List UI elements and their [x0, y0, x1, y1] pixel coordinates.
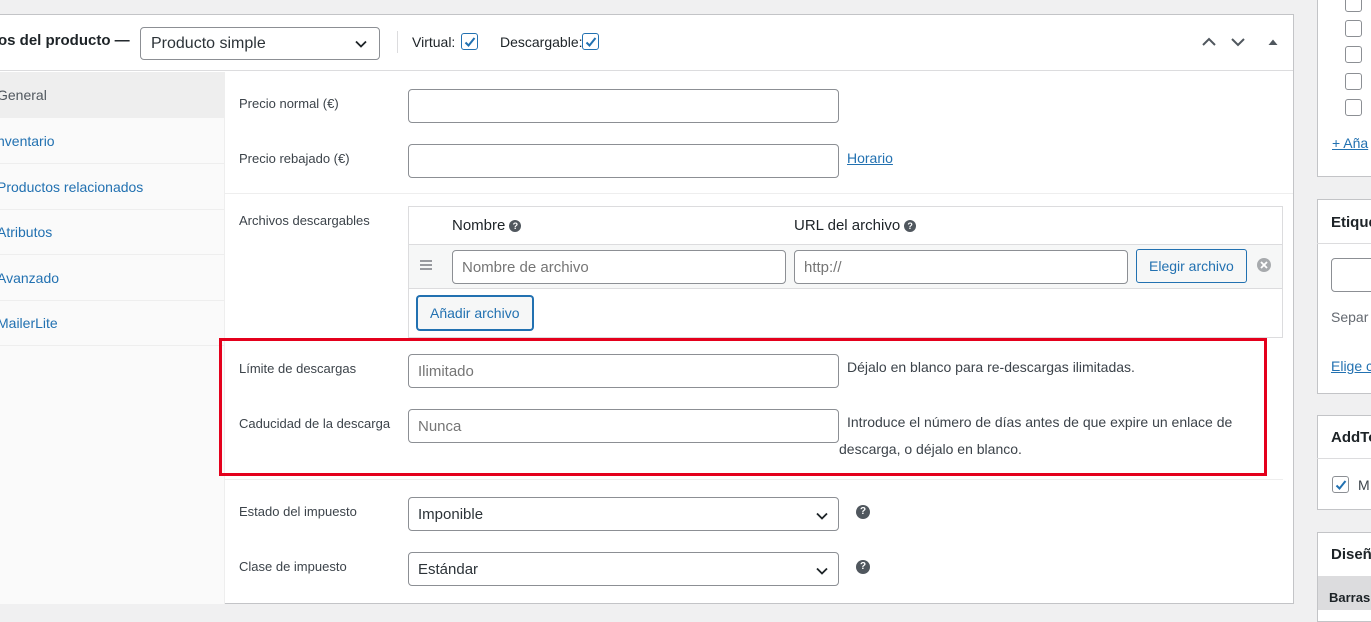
checkmark-icon: [464, 37, 476, 47]
virtual-label: Virtual:: [412, 34, 456, 50]
sale-price-label: Precio rebajado (€): [239, 151, 350, 166]
product-type-value: Producto simple: [151, 35, 266, 52]
tax-status-select[interactable]: Imponible: [408, 497, 839, 531]
box-divider: [1317, 243, 1371, 244]
highlight-annotation-box: [219, 338, 1267, 476]
tab-mailerlite[interactable]: MailerLite: [0, 300, 224, 346]
category-checkbox[interactable]: [1345, 73, 1362, 90]
product-data-title: os del producto —: [0, 32, 130, 49]
addto-checkbox[interactable]: [1332, 476, 1349, 493]
tax-status-value: Imponible: [418, 506, 484, 523]
chevron-down-icon: [816, 512, 828, 520]
tab-general[interactable]: General: [0, 72, 224, 118]
checkmark-icon: [1335, 480, 1347, 490]
collapse-toggle-icon[interactable]: [1264, 33, 1282, 51]
addto-option-label: M: [1358, 477, 1370, 493]
section-divider: [225, 193, 1293, 194]
downloadable-checkbox[interactable]: [582, 33, 599, 50]
help-icon[interactable]: ?: [509, 220, 522, 232]
tax-class-label: Clase de impuesto: [239, 559, 347, 574]
design-box-title: Diseñ: [1331, 546, 1371, 563]
tax-class-value: Estándar: [418, 561, 479, 578]
category-checkbox[interactable]: [1345, 0, 1362, 12]
file-name-input[interactable]: Nombre de archivo: [452, 250, 786, 284]
tax-class-select[interactable]: Estándar: [408, 552, 839, 586]
category-checkbox[interactable]: [1345, 20, 1362, 37]
regular-price-label: Precio normal (€): [239, 96, 339, 111]
section-divider: [225, 479, 1283, 480]
tab-productos-relacionados[interactable]: Productos relacionados: [0, 164, 224, 210]
bars-title: Barras: [1329, 590, 1371, 605]
tab-inventario[interactable]: nventario: [0, 118, 224, 164]
addto-box-title: AddTo: [1331, 429, 1371, 446]
tab-atributos[interactable]: Atributos: [0, 209, 224, 255]
help-icon[interactable]: ?: [904, 220, 917, 232]
move-down-icon[interactable]: [1229, 33, 1247, 51]
schedule-link[interactable]: Horario: [847, 150, 893, 166]
chevron-down-icon: [355, 40, 367, 48]
tags-box-title: Etique: [1331, 214, 1371, 231]
sale-price-input[interactable]: [408, 144, 839, 178]
file-url-input[interactable]: http://: [794, 250, 1128, 284]
tags-hint: Separ: [1331, 309, 1369, 325]
category-checkbox[interactable]: [1345, 46, 1362, 63]
drag-handle-icon[interactable]: [419, 259, 433, 271]
choose-tags-link[interactable]: Elige c: [1331, 358, 1371, 374]
help-icon[interactable]: ?: [856, 505, 870, 519]
help-icon[interactable]: ?: [856, 560, 870, 574]
product-type-select[interactable]: Producto simple: [140, 27, 380, 60]
column-header-url: URL del archivo?: [794, 217, 917, 234]
move-up-icon[interactable]: [1200, 33, 1218, 51]
tax-status-label: Estado del impuesto: [239, 504, 357, 519]
regular-price-input[interactable]: [408, 89, 839, 123]
column-header-name: Nombre?: [452, 217, 522, 234]
remove-file-icon[interactable]: [1256, 257, 1272, 273]
checkmark-icon: [585, 37, 597, 47]
add-category-link[interactable]: + Aña: [1332, 135, 1368, 151]
tab-avanzado[interactable]: Avanzado: [0, 255, 224, 301]
category-checkbox[interactable]: [1345, 99, 1362, 116]
tags-input[interactable]: [1331, 258, 1371, 292]
virtual-checkbox[interactable]: [461, 33, 478, 50]
downloadable-label: Descargable:: [500, 34, 583, 50]
choose-file-button[interactable]: Elegir archivo: [1136, 249, 1247, 283]
add-file-button[interactable]: Añadir archivo: [417, 296, 533, 330]
downloadable-files-label: Archivos descargables: [239, 213, 370, 228]
chevron-down-icon: [816, 567, 828, 575]
box-divider: [1317, 458, 1371, 459]
bars-section-header[interactable]: Barras: [1318, 576, 1371, 610]
header-divider: [397, 31, 398, 53]
